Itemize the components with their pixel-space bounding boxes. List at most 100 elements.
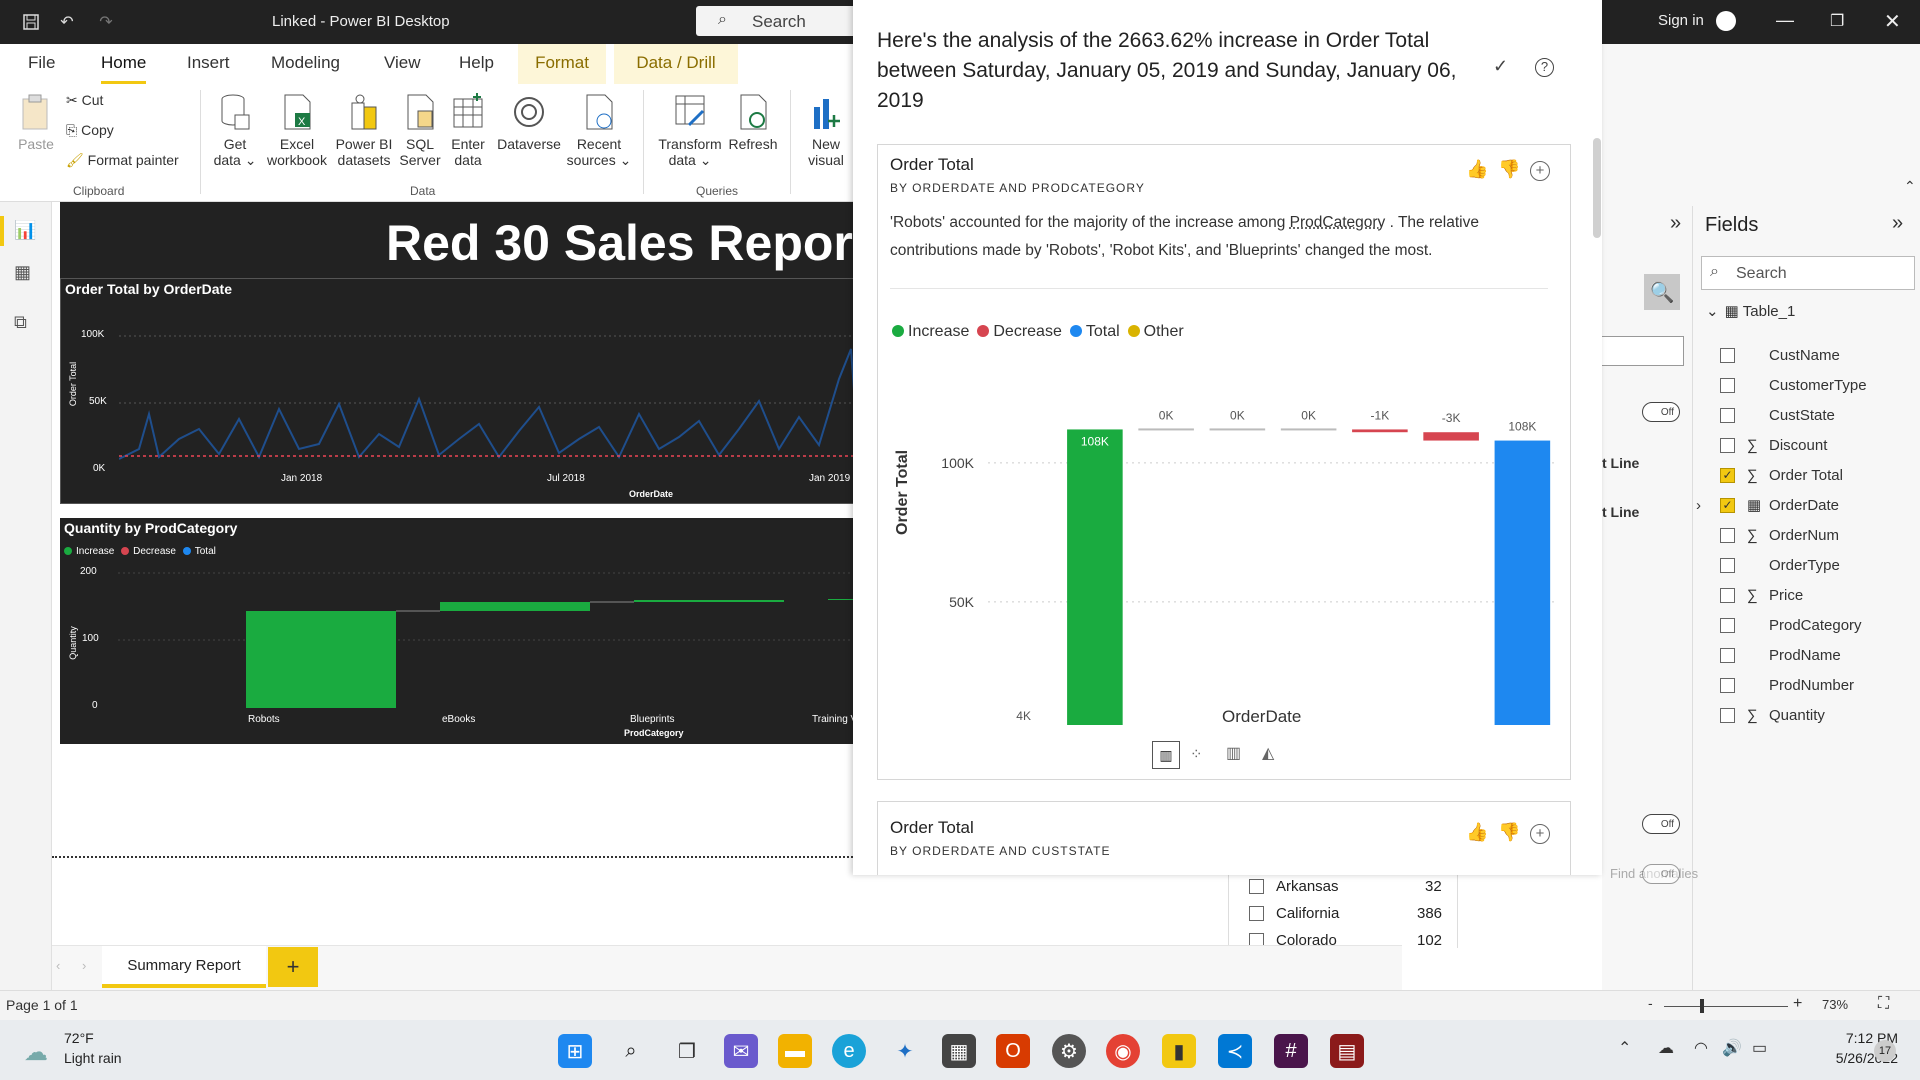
field-checkbox[interactable] [1720,587,1735,603]
line-chart-visual[interactable]: Order Total by OrderDate Order Total 100… [60,278,860,504]
field-item[interactable]: OrderType [1720,550,1840,580]
waterfall-bar[interactable] [1352,429,1408,433]
paste-button[interactable]: Paste [14,92,58,152]
store-icon[interactable]: ▦ [942,1034,976,1068]
field-checkbox[interactable] [1720,677,1735,693]
field-checkbox[interactable] [1720,437,1735,453]
restore-icon[interactable]: ❐ [1830,11,1844,31]
prev-page-icon[interactable]: ‹ [56,958,60,973]
scatter-type-icon[interactable]: ⁘ [1190,745,1203,763]
menu-file[interactable]: File [28,44,55,84]
waterfall-type-icon[interactable]: ▥ [1152,741,1180,769]
notification-badge[interactable]: 17 [1874,1040,1896,1062]
waterfall-bar[interactable] [1280,428,1337,431]
waterfall-bar[interactable] [1209,428,1266,431]
menu-help[interactable]: Help [459,44,494,84]
winrar-icon[interactable]: ▤ [1330,1034,1364,1068]
search-icon[interactable]: ⌕ [614,1034,648,1068]
field-item[interactable]: CustName [1720,340,1840,370]
expand-filters-icon[interactable]: » [1670,212,1681,235]
redo-icon[interactable]: ↷ [95,11,117,33]
field-item[interactable]: ProdName [1720,640,1841,670]
table-node[interactable]: ⌄ ▦ Table_1 [1706,302,1795,321]
state-row[interactable]: California [1249,905,1339,922]
minimize-icon[interactable]: — [1776,10,1794,31]
field-checkbox[interactable] [1720,377,1735,393]
field-checkbox[interactable] [1720,707,1735,723]
enter-data-button[interactable]: Enter data [444,92,492,168]
field-item[interactable]: ∑ Price [1720,580,1803,610]
area-type-icon[interactable]: ◭ [1262,743,1274,763]
office-icon[interactable]: O [996,1034,1030,1068]
field-item[interactable]: ✓ ∑ Order Total [1720,460,1843,490]
waterfall-bar[interactable] [1138,428,1194,431]
waterfall-bar[interactable] [1423,432,1479,441]
waterfall-bar[interactable] [1494,440,1551,725]
start-icon[interactable]: ⊞ [558,1034,592,1068]
summary-link[interactable]: ProdCategory [1290,214,1386,231]
copy-button[interactable]: ⎘ Copy [66,122,114,138]
state-row[interactable]: Arkansas [1249,878,1339,895]
menu-modeling[interactable]: Modeling [271,44,340,84]
format-painter-button[interactable]: 🖌 Format painter [66,152,179,168]
menu-format[interactable]: Format [518,44,606,84]
volume-icon[interactable]: 🔊 [1722,1038,1742,1058]
zoom-in-icon[interactable]: + [1793,995,1802,1013]
teams-chat-icon[interactable]: ✉ [724,1034,758,1068]
field-item[interactable]: CustState [1720,400,1835,430]
data-view-icon[interactable]: ▦ [14,262,31,283]
thumbs-up-icon[interactable]: 👍 [1466,822,1488,843]
chrome-icon[interactable]: ◉ [1106,1034,1140,1068]
sql-server-button[interactable]: SQL Server [396,92,444,168]
vscode-icon[interactable]: ≺ [1218,1034,1252,1068]
menu-insert[interactable]: Insert [187,44,230,84]
cut-button[interactable]: ✂ Cut [66,92,103,108]
field-item[interactable]: › ✓ ▦ OrderDate [1696,490,1839,520]
zoom-out-icon[interactable]: - [1648,995,1653,1011]
power-bi-icon[interactable]: ▮ [1162,1034,1196,1068]
field-item[interactable]: CustomerType [1720,370,1867,400]
analytics-item-label[interactable]: t Line [1602,504,1639,520]
new-visual-button[interactable]: New visual [800,92,852,168]
task-view-icon[interactable]: ❐ [670,1034,704,1068]
slack-icon[interactable]: # [1274,1034,1308,1068]
field-checkbox[interactable]: ✓ [1720,467,1735,483]
field-checkbox[interactable] [1720,407,1735,423]
field-checkbox[interactable]: ✓ [1720,497,1735,513]
chevron-up-icon[interactable]: ⌃ [1618,1038,1631,1058]
zoom-slider[interactable] [1664,1006,1788,1007]
checkmark-icon[interactable]: ✓ [1493,56,1508,77]
next-page-icon[interactable]: › [82,958,86,973]
fields-search-input[interactable]: ⌕ Search [1701,256,1915,290]
fit-page-icon[interactable]: ⛶ [1878,995,1889,1013]
wifi-icon[interactable]: ◠ [1694,1038,1708,1058]
field-checkbox[interactable] [1720,617,1735,633]
add-page-button[interactable]: + [268,947,318,987]
undo-icon[interactable]: ↶ [56,11,78,33]
thumbs-down-icon[interactable]: 👎 [1498,822,1520,843]
quantity-chart-visual[interactable]: Quantity by ProdCategory Increase Decrea… [60,518,860,744]
close-icon[interactable]: ✕ [1884,9,1901,34]
copilot-icon[interactable]: ✦ [888,1034,922,1068]
avatar[interactable] [1716,11,1736,31]
checkbox[interactable] [1249,906,1264,921]
field-item[interactable]: ∑ Discount [1720,430,1827,460]
settings-gear-icon[interactable]: ⚙ [1052,1034,1086,1068]
save-icon[interactable] [20,11,42,33]
checkbox[interactable] [1249,879,1264,894]
add-to-report-icon[interactable]: + [1530,824,1550,844]
waterfall-bar[interactable] [1067,429,1123,725]
report-view-icon[interactable]: 📊 [14,220,36,241]
add-to-report-icon[interactable]: + [1530,161,1550,181]
analytics-icon[interactable]: 🔍 [1644,274,1680,310]
thumbs-up-icon[interactable]: 👍 [1466,159,1488,180]
edge-icon[interactable]: e [832,1034,866,1068]
menu-view[interactable]: View [384,44,421,84]
field-item[interactable]: ∑ Quantity [1720,700,1825,730]
menu-home[interactable]: Home [101,44,147,84]
field-item[interactable]: ProdCategory [1720,610,1862,640]
transform-data-button[interactable]: Transform data ⌄ [652,92,728,168]
excel-workbook-button[interactable]: X Excel workbook [262,92,332,168]
analytics-item-label[interactable]: t Line [1602,455,1639,471]
tab-summary-report[interactable]: Summary Report [102,946,266,988]
